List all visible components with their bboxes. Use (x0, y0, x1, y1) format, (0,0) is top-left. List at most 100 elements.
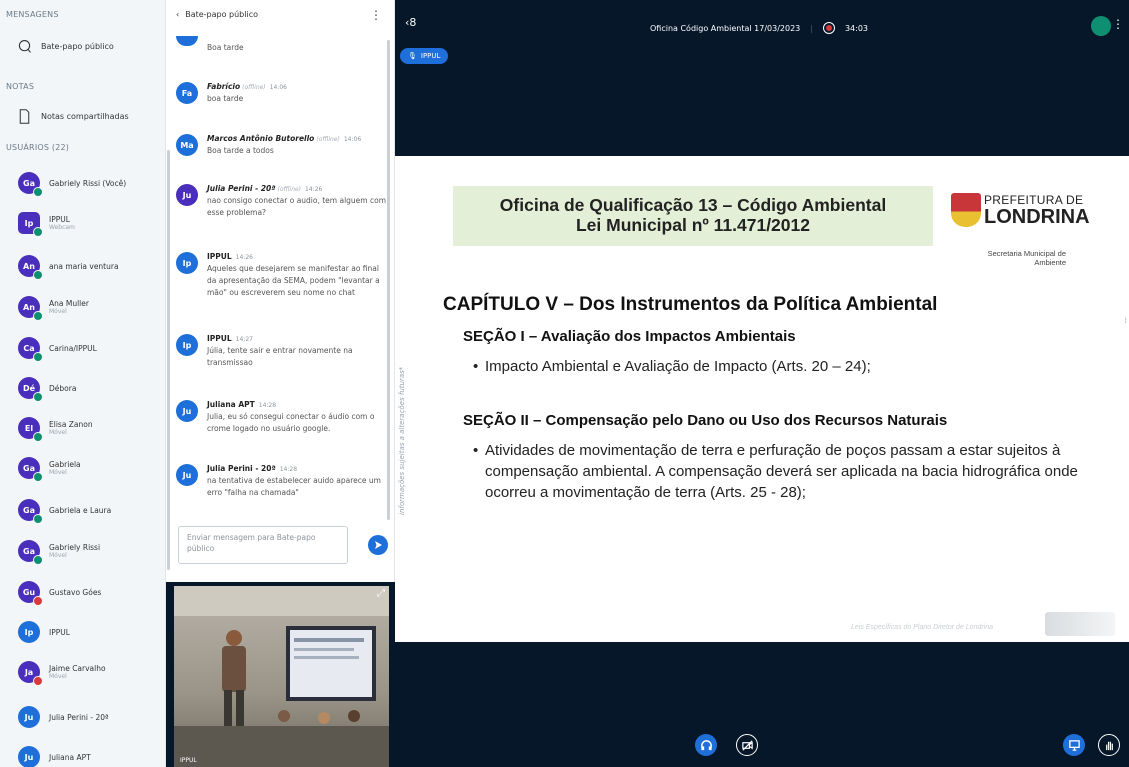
slide-menu-icon[interactable]: ⁞ (1124, 316, 1127, 325)
user-name: ana maria ventura (49, 261, 119, 271)
online-badge (33, 472, 43, 482)
avatar: Ip (18, 212, 43, 237)
shared-notes-link[interactable]: Notas compartilhadas (16, 108, 129, 125)
audio-button[interactable] (695, 734, 717, 756)
user-item[interactable]: Ga Gabriela Móvel (18, 453, 163, 483)
user-item[interactable]: Gu Gustavo Góes (18, 577, 163, 607)
user-name: Juliana APT (49, 752, 91, 762)
city-crest-icon (951, 193, 981, 227)
raise-hand-button[interactable] (1098, 734, 1120, 756)
muted-badge (33, 676, 43, 686)
user-status: Móvel (49, 308, 67, 315)
messages-heading: MENSAGENS (6, 10, 59, 19)
chat-message: Ip IPPUL 14:27 Júlia, tente sair e entrar… (176, 334, 388, 369)
user-item[interactable]: El Elisa Zanon Móvel (18, 413, 163, 443)
message-text: boa tarde (207, 94, 244, 103)
chat-bubble-icon (18, 39, 31, 53)
user-name: Jaime Carvalho (49, 664, 106, 673)
user-item[interactable]: Ju Julia Perini - 20ª (18, 702, 163, 732)
chat-message-input[interactable]: Enviar mensagem para Bate-papo público (178, 526, 348, 564)
online-badge (33, 187, 43, 197)
muted-badge (33, 596, 43, 606)
section2-heading: SEÇÃO II – Compensação pelo Dano ou Uso … (463, 412, 948, 429)
chat-back-button[interactable]: ‹ Bate-papo público (176, 10, 258, 19)
message-author: Julia Perini - 20ª (207, 464, 276, 473)
message-author: Marcos Antônio Butorello (207, 134, 315, 143)
presentation-slide: Oficina de Qualificação 13 – Código Ambi… (395, 156, 1129, 642)
presentation-stage: ‹8 Oficina Código Ambiental 17/03/2023 |… (395, 0, 1129, 767)
recording-time: 34:03 (844, 23, 869, 33)
avatar: Dé (18, 377, 43, 402)
avatar: Ga (18, 172, 43, 197)
public-chat-label: Bate-papo público (41, 42, 114, 51)
slide-title-line2: Lei Municipal nº 11.471/2012 (575, 215, 810, 235)
user-item[interactable]: Dé Débora (18, 373, 163, 403)
send-button[interactable] (368, 535, 388, 555)
user-item[interactable]: Ju Juliana APT (18, 742, 163, 767)
recording-icon[interactable] (822, 22, 835, 34)
webcam-video[interactable]: IPPUL ⤢ (174, 586, 389, 767)
avatar: Ga (18, 540, 43, 565)
chat-panel: ‹ Bate-papo público ⋮ Boa tarde Fa Fabrí… (166, 0, 395, 582)
connection-status-icon[interactable] (1091, 16, 1111, 36)
user-status: Móvel (49, 552, 67, 559)
offline-tag: (offline) (242, 84, 266, 91)
message-time: 14:28 (258, 402, 277, 409)
user-name: IPPUL (49, 627, 70, 637)
chat-message: Fa Fabrício (offline) 14:06 boa tarde (176, 82, 388, 105)
offline-tag: (offline) (316, 136, 340, 143)
notes-heading: NOTAS (6, 82, 35, 91)
shared-notes-label: Notas compartilhadas (41, 112, 129, 121)
logo-line1: PREFEITURA DE (984, 193, 1084, 207)
chapter-heading: CAPÍTULO V – Dos Instrumentos da Polític… (443, 294, 938, 315)
camera-button[interactable] (736, 734, 758, 756)
public-chat-link[interactable]: Bate-papo público (16, 38, 114, 55)
user-item[interactable]: Ca Carina/IPPUL (18, 333, 163, 363)
prefeitura-logo: PREFEITURA DE LONDRINA (951, 193, 1090, 227)
message-time: 14:26 (305, 186, 323, 193)
message-author: IPPUL (207, 334, 232, 343)
message-time: 14:26 (235, 254, 253, 261)
toggle-user-list-icon[interactable]: ‹8 (405, 16, 416, 29)
online-badge (33, 352, 43, 362)
user-item[interactable]: Ga Gabriely Rissi Móvel (18, 536, 163, 566)
user-status: Móvel (49, 673, 67, 680)
avatar: An (18, 296, 43, 321)
slide-title-line1: Oficina de Qualificação 13 – Código Ambi… (499, 195, 887, 215)
user-item[interactable]: Ga Gabriela e Laura (18, 495, 163, 525)
avatar: Ja (18, 661, 43, 686)
presentation-button[interactable] (1063, 734, 1085, 756)
headphones-icon (700, 739, 712, 750)
side-note: informações sujeitas a alterações futura… (398, 366, 406, 515)
presentation-icon (1068, 739, 1080, 751)
online-badge (33, 432, 43, 442)
user-item[interactable]: Ip IPPUL Webcam (18, 208, 163, 238)
options-menu-icon[interactable]: ⋮ (1112, 17, 1124, 31)
user-status: Móvel (49, 469, 67, 476)
message-text: nao consigo conectar o audio, tem alguem… (207, 196, 387, 217)
message-text: Júlia, tente sair e entrar novamente na … (207, 346, 353, 367)
section1-heading: SEÇÃO I – Avaliação dos Impactos Ambient… (463, 328, 796, 345)
chat-message: Ju Julia Perini - 20ª 14:28 na tentativa … (176, 464, 388, 499)
chat-options-icon[interactable]: ⋮ (370, 8, 382, 22)
meeting-title: Oficina Código Ambiental 17/03/2023 (650, 23, 801, 33)
offline-tag: (offline) (277, 186, 302, 193)
user-name: Elisa Zanon (49, 420, 93, 429)
avatar: Ju (176, 464, 198, 486)
sidebar-scrollbar[interactable] (167, 150, 170, 570)
user-item[interactable]: Ja Jaime Carvalho Móvel (18, 657, 163, 687)
expand-icon[interactable]: ⤢ (377, 588, 385, 599)
user-item[interactable]: An ana maria ventura (18, 251, 163, 281)
logo-line2: LONDRINA (984, 206, 1090, 228)
user-name: IPPUL (49, 215, 70, 224)
avatar: Gu (18, 581, 43, 606)
user-item[interactable]: An Ana Muller Móvel (18, 292, 163, 322)
section1-bullet: Impacto Ambiental e Avaliação de Impacto… (473, 356, 1093, 377)
slide-title-banner: Oficina de Qualificação 13 – Código Ambi… (453, 186, 933, 246)
user-item[interactable]: Ip IPPUL (18, 617, 163, 647)
message-time: 14:27 (235, 336, 253, 343)
avatar: Ip (18, 621, 40, 643)
avatar: Ip (176, 334, 198, 356)
message-author: IPPUL (207, 252, 232, 261)
user-item[interactable]: Ga Gabriely Rissi (Você) (18, 168, 163, 198)
